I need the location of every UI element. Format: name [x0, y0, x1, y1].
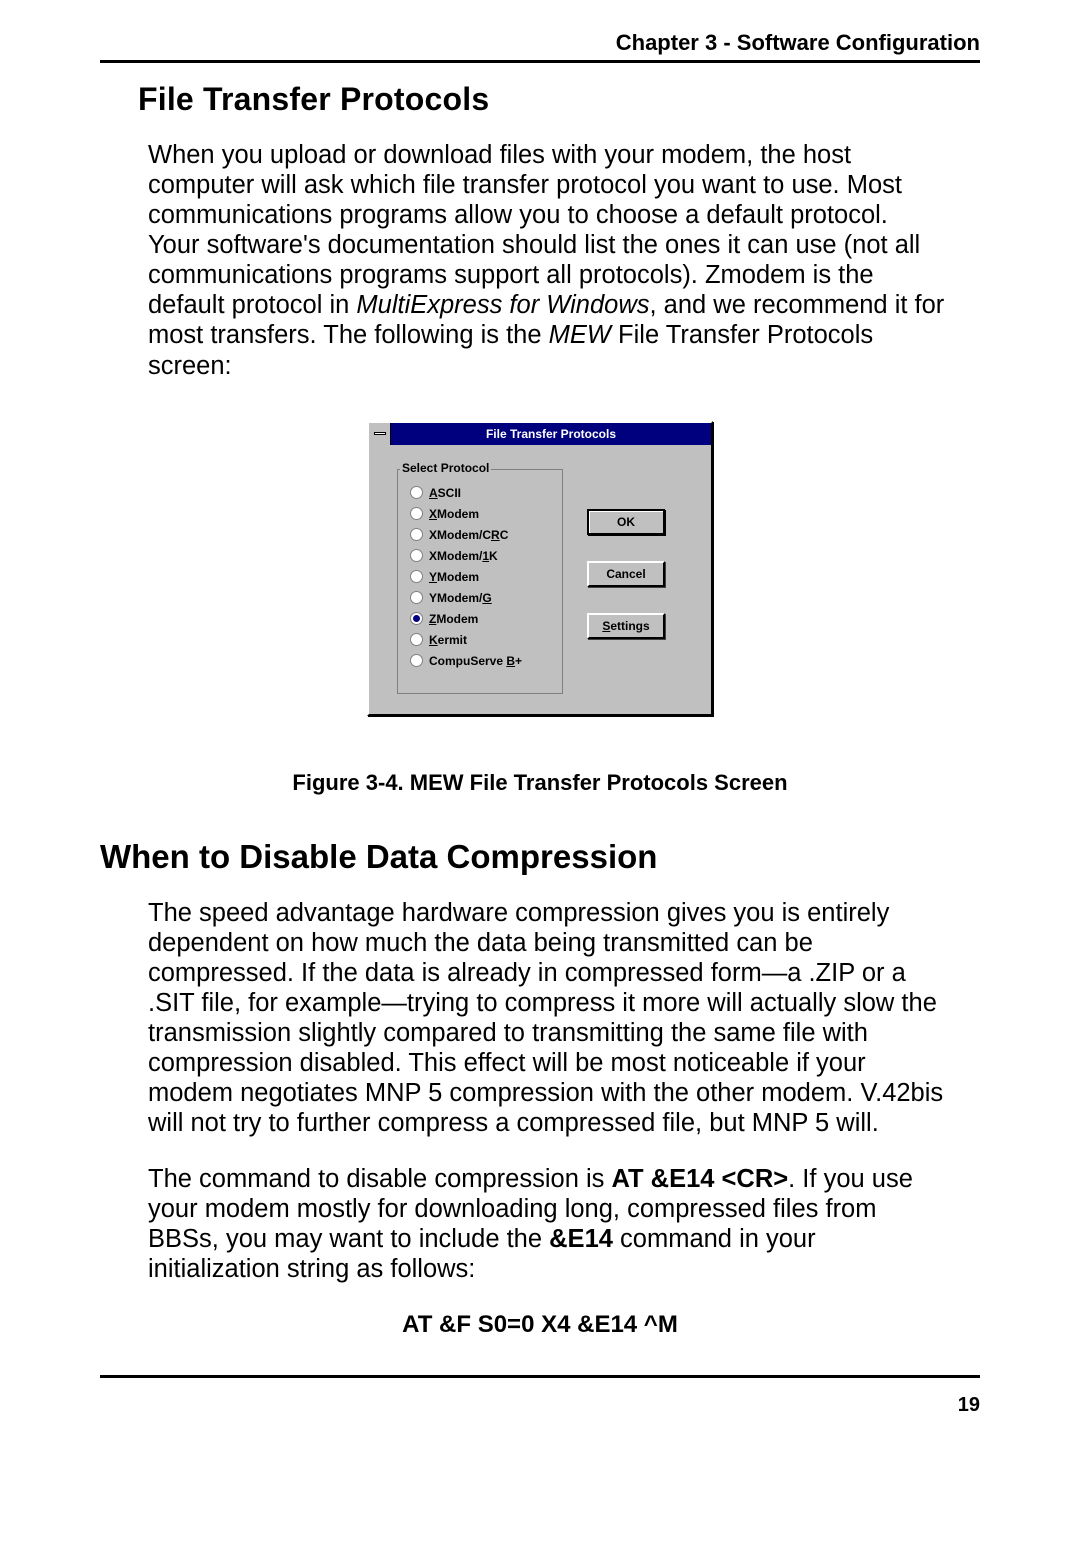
settings-button[interactable]: Settings: [587, 613, 665, 639]
dialog-title: File Transfer Protocols: [391, 423, 711, 445]
paragraph: When you upload or download files with y…: [148, 140, 945, 381]
radio-label: XModem/1K: [429, 549, 498, 563]
dialog-titlebar: File Transfer Protocols: [369, 423, 711, 445]
radio-icon: [410, 528, 423, 541]
radio-option-xmodem-crc[interactable]: XModem/CRC: [410, 528, 552, 542]
radio-label: XModem: [429, 507, 479, 521]
text-italic: MultiExpress for Windows: [356, 291, 649, 319]
radio-icon: [410, 633, 423, 646]
cancel-button[interactable]: Cancel: [587, 561, 665, 587]
section-title-file-transfer: File Transfer Protocols: [138, 81, 942, 118]
text-run: The command to disable compression is: [148, 1165, 611, 1193]
radio-option-xmodem-1k[interactable]: XModem/1K: [410, 549, 552, 563]
radio-icon: [410, 507, 423, 520]
radio-icon: [410, 570, 423, 583]
radio-label: Kermit: [429, 633, 467, 647]
radio-label: CompuServe B+: [429, 654, 522, 668]
radio-option-ymodem[interactable]: YModem: [410, 570, 552, 584]
body-block-2: The speed advantage hardware compression…: [148, 898, 945, 1285]
text-bold: AT &E14 <CR>: [611, 1165, 788, 1193]
file-transfer-dialog: File Transfer Protocols Select Protocol …: [367, 421, 713, 716]
radio-icon: [410, 654, 423, 667]
group-legend: Select Protocol: [400, 461, 491, 475]
initialization-string: AT &F S0=0 X4 &E14 ^M: [100, 1311, 980, 1339]
ok-button[interactable]: OK: [587, 509, 665, 535]
radio-option-zmodem[interactable]: ZModem: [410, 612, 552, 626]
chapter-header: Chapter 3 - Software Configuration: [100, 30, 980, 63]
radio-label: ZModem: [429, 612, 478, 626]
radio-icon: [410, 591, 423, 604]
dialog-body: Select Protocol ASCII XModem XModem/CRC: [369, 445, 711, 714]
radio-option-ascii[interactable]: ASCII: [410, 486, 552, 500]
figure-container: File Transfer Protocols Select Protocol …: [100, 421, 980, 716]
select-protocol-group: Select Protocol ASCII XModem XModem/CRC: [397, 469, 563, 694]
radio-label: YModem: [429, 570, 479, 584]
page-footer: 19: [100, 1375, 980, 1417]
radio-icon: [410, 549, 423, 562]
radio-label: ASCII: [429, 486, 461, 500]
radio-option-kermit[interactable]: Kermit: [410, 633, 552, 647]
system-menu-button[interactable]: [369, 423, 391, 445]
radio-icon: [410, 486, 423, 499]
radio-label: XModem/CRC: [429, 528, 508, 542]
radio-option-compuserve-b[interactable]: CompuServe B+: [410, 654, 552, 668]
document-page: Chapter 3 - Software Configuration File …: [0, 0, 1080, 1457]
text-italic: MEW: [549, 321, 611, 349]
paragraph: The speed advantage hardware compression…: [148, 898, 945, 1139]
radio-option-xmodem[interactable]: XModem: [410, 507, 552, 521]
system-menu-icon: [374, 432, 386, 435]
section-title-disable-compression: When to Disable Data Compression: [100, 838, 980, 876]
dialog-button-column: OK Cancel Settings: [587, 469, 665, 694]
figure-caption: Figure 3-4. MEW File Transfer Protocols …: [100, 770, 980, 796]
paragraph: The command to disable compression is AT…: [148, 1164, 945, 1284]
radio-label: YModem/G: [429, 591, 492, 605]
page-number: 19: [958, 1394, 980, 1416]
text-bold: &E14: [549, 1225, 613, 1253]
body-block-1: When you upload or download files with y…: [148, 140, 945, 381]
radio-option-ymodem-g[interactable]: YModem/G: [410, 591, 552, 605]
radio-icon: [410, 612, 423, 625]
